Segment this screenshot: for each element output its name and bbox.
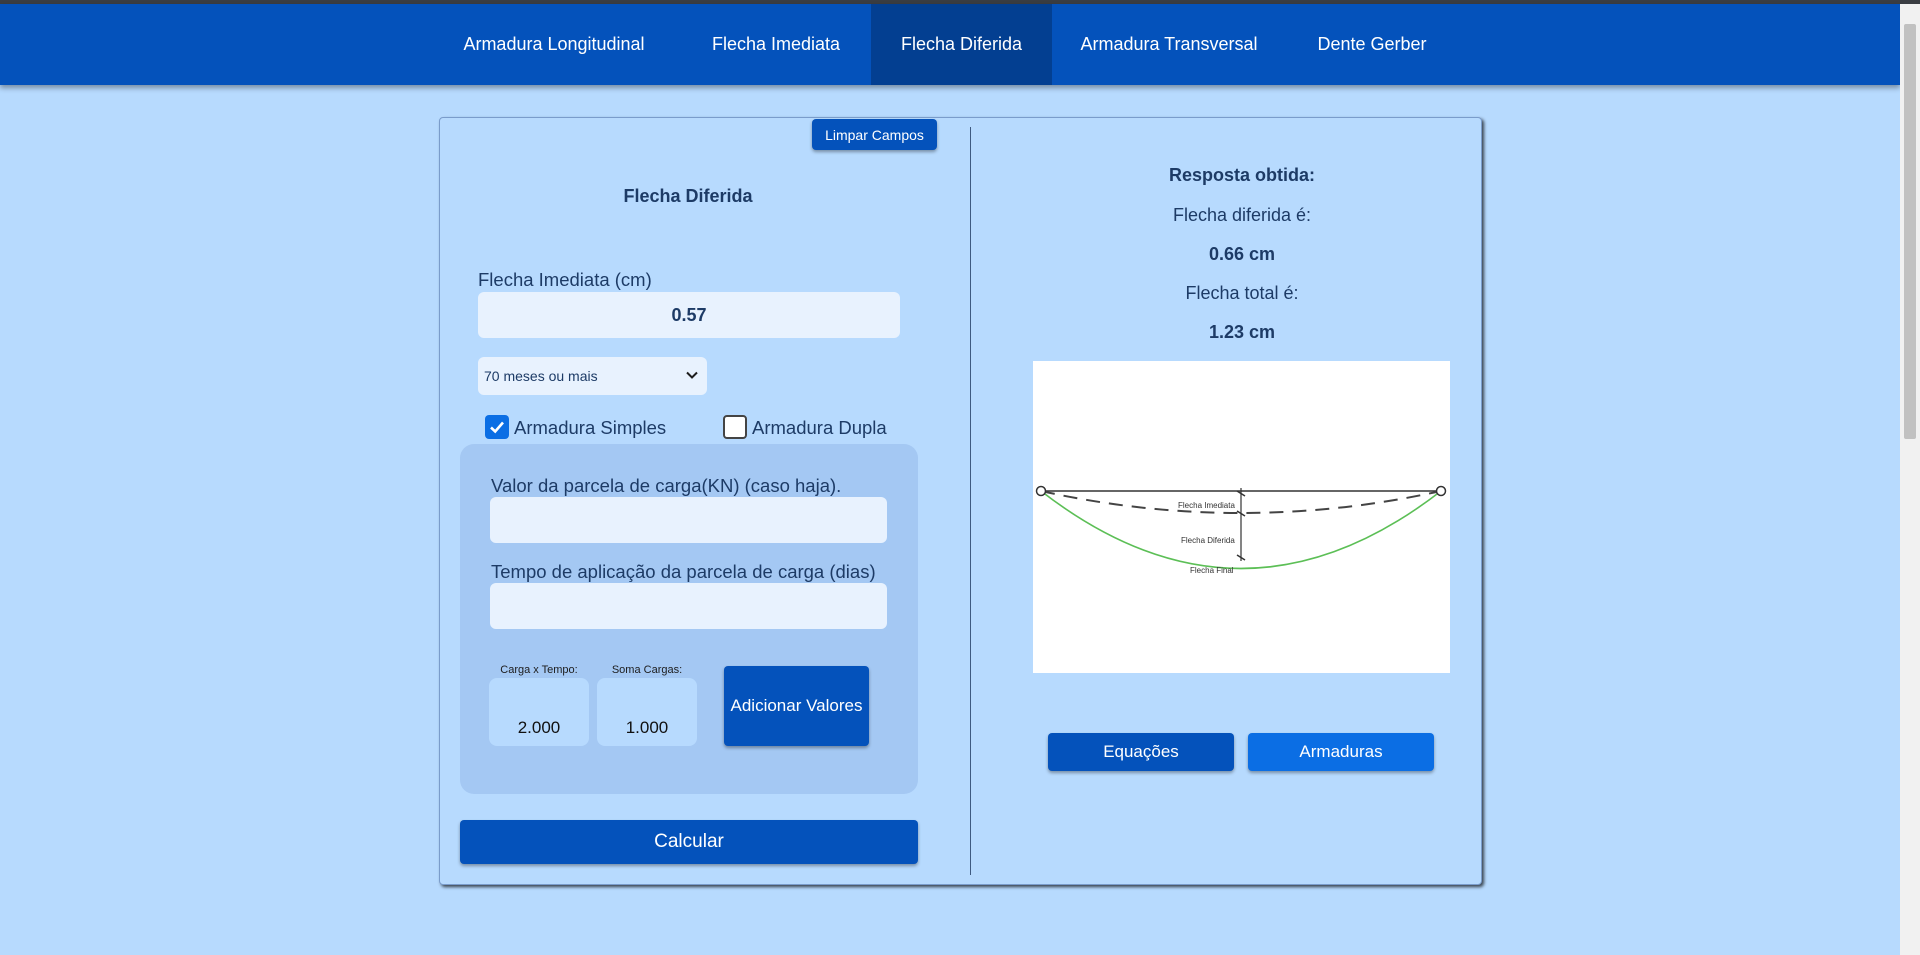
soma-cargas-label: Soma Cargas: [611,664,683,676]
flecha-imediata-label: Flecha Imediata (cm) [478,269,652,290]
equations-button[interactable]: Equações [1048,733,1234,771]
nav-armadura-transversal[interactable]: Armadura Transversal [1067,4,1271,85]
flecha-total-result-label: Flecha total é: [1185,283,1299,303]
page-scrollbar[interactable] [1900,4,1920,955]
flecha-diferida-result-value: 0.66 cm [1208,244,1276,264]
scrollbar-thumb[interactable] [1904,24,1916,439]
column-divider [970,127,971,875]
armadura-simples-checkbox[interactable] [485,415,509,439]
flecha-diferida-result-label: Flecha diferida é: [1172,205,1312,225]
flecha-imediata-input[interactable]: 0.57 [478,292,900,338]
add-values-button[interactable]: Adicionar Valores [724,666,869,746]
tempo-label: Tempo de aplicação da parcela de carga (… [491,561,876,582]
right-support-icon [1435,485,1447,497]
tempo-input[interactable] [490,583,887,629]
left-support-icon [1035,485,1047,497]
label-flecha-final: Flecha Final [1190,566,1234,575]
chevron-down-icon [686,371,698,379]
soma-cargas-value: 1.000 [597,678,697,746]
deflection-diagram: Flecha Imediata Flecha Diferida Flecha F… [1033,361,1450,673]
deflection-diagram-svg: Flecha Imediata Flecha Diferida Flecha F… [1035,485,1447,575]
top-navbar: Armadura Longitudinal Flecha Imediata Fl… [0,4,1900,85]
label-flecha-diferida: Flecha Diferida [1181,536,1235,545]
armaduras-button[interactable]: Armaduras [1248,733,1434,771]
carga-tempo-label: Carga x Tempo: [500,664,578,676]
carga-tempo-value: 2.000 [489,678,589,746]
flecha-total-result-value: 1.23 cm [1208,322,1276,342]
result-heading: Resposta obtida: [1168,165,1315,185]
armadura-simples-label[interactable]: Armadura Simples [514,417,666,439]
nav-dente-gerber[interactable]: Dente Gerber [1308,4,1436,85]
label-flecha-imediata: Flecha Imediata [1178,501,1235,510]
checkmark-icon [490,421,504,434]
armadura-dupla-label[interactable]: Armadura Dupla [752,417,887,439]
nav-armadura-longitudinal[interactable]: Armadura Longitudinal [448,4,660,85]
clear-fields-button[interactable]: Limpar Campos [812,119,937,150]
duration-select[interactable]: 70 meses ou mais [478,357,707,395]
form-title: Flecha Diferida [623,186,753,206]
nav-flecha-diferida[interactable]: Flecha Diferida [871,4,1052,85]
carga-label: Valor da parcela de carga(KN) (caso haja… [491,475,842,496]
calculate-button[interactable]: Calcular [460,820,918,864]
armadura-dupla-checkbox[interactable] [723,415,747,439]
duration-select-value: 70 meses ou mais [484,368,598,384]
nav-flecha-imediata[interactable]: Flecha Imediata [696,4,856,85]
carga-input[interactable] [490,497,887,543]
